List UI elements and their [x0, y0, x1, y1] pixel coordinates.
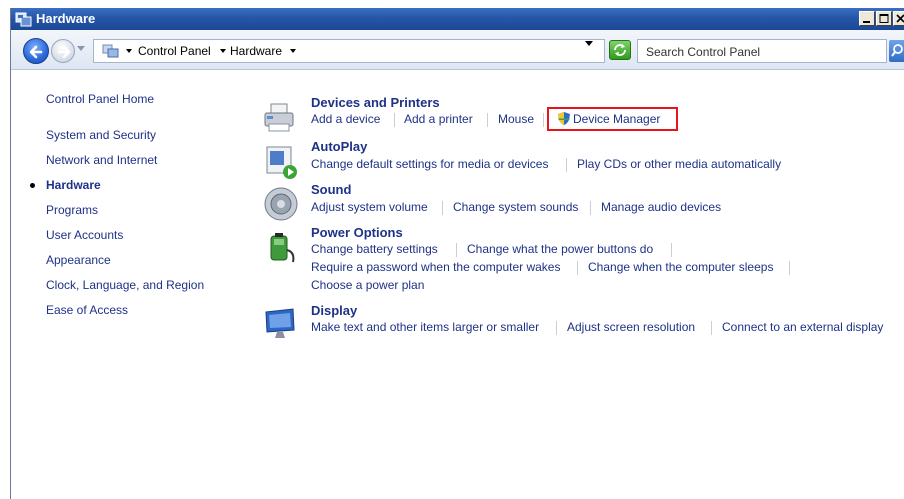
nav-system-and-security[interactable]: System and Security: [46, 128, 156, 142]
link-divider: [487, 113, 488, 127]
breadcrumb-hardware[interactable]: Hardware: [230, 44, 282, 58]
mouse-link[interactable]: Mouse: [498, 112, 534, 126]
link-divider: [442, 201, 443, 215]
nav-programs[interactable]: Programs: [46, 203, 98, 217]
chevron-down-icon[interactable]: [126, 49, 132, 53]
adjust-screen-resolution-link[interactable]: Adjust screen resolution: [567, 320, 695, 334]
link-divider: [556, 321, 557, 335]
manage-audio-devices-link[interactable]: Manage audio devices: [601, 200, 721, 214]
nav-appearance[interactable]: Appearance: [46, 253, 111, 267]
search-input[interactable]: Search Control Panel: [637, 39, 887, 63]
chevron-down-icon[interactable]: [220, 49, 226, 53]
require-password-on-wake-link[interactable]: Require a password when the computer wak…: [311, 260, 560, 274]
address-field[interactable]: Control Panel Hardware: [93, 39, 605, 63]
nav-control-panel-home[interactable]: Control Panel Home: [46, 92, 154, 106]
nav-user-accounts[interactable]: User Accounts: [46, 228, 123, 242]
maximize-icon: [879, 14, 889, 23]
connect-external-display-link[interactable]: Connect to an external display: [722, 320, 883, 334]
link-divider: [577, 261, 578, 275]
device-manager-link[interactable]: Device Manager: [573, 112, 660, 126]
choose-power-plan-link[interactable]: Choose a power plan: [311, 278, 424, 292]
link-divider: [789, 261, 790, 275]
link-divider: [566, 158, 567, 172]
address-history-dropdown[interactable]: [585, 41, 593, 46]
breadcrumb-control-panel[interactable]: Control Panel: [138, 44, 211, 58]
current-page-bullet: [30, 183, 35, 188]
link-divider: [394, 113, 395, 127]
forward-button[interactable]: [51, 39, 75, 63]
printer-icon[interactable]: [261, 100, 297, 136]
play-cds-automatically-link[interactable]: Play CDs or other media automatically: [577, 157, 781, 171]
nav-network-and-internet[interactable]: Network and Internet: [46, 153, 157, 167]
maximize-button[interactable]: [876, 11, 892, 26]
window-title: Hardware: [36, 11, 96, 26]
control-panel-icon: [15, 12, 32, 27]
minimize-button[interactable]: [859, 11, 875, 26]
left-navigation: Control Panel Home System and Security N…: [11, 70, 251, 490]
display-title[interactable]: Display: [311, 303, 357, 318]
change-power-buttons-link[interactable]: Change what the power buttons do: [467, 242, 653, 256]
search-button[interactable]: [889, 40, 904, 62]
sound-title[interactable]: Sound: [311, 182, 351, 197]
battery-icon[interactable]: [263, 230, 299, 266]
speaker-icon[interactable]: [263, 186, 299, 222]
change-default-media-settings-link[interactable]: Change default settings for media or dev…: [311, 157, 548, 171]
address-bar: Control Panel Hardware Search Control Pa…: [11, 30, 904, 70]
minimize-icon: [863, 21, 870, 23]
nav-ease-of-access[interactable]: Ease of Access: [46, 303, 128, 317]
back-button[interactable]: [23, 38, 49, 64]
close-icon: [896, 14, 904, 23]
adjust-system-volume-link[interactable]: Adjust system volume: [311, 200, 428, 214]
autoplay-title[interactable]: AutoPlay: [311, 139, 367, 154]
window: Hardware Control Panel Hardware Search C…: [10, 8, 904, 499]
uac-shield-icon: [558, 112, 570, 125]
chevron-down-icon[interactable]: [290, 49, 296, 53]
make-text-larger-link[interactable]: Make text and other items larger or smal…: [311, 320, 539, 334]
title-bar: Hardware: [11, 8, 904, 30]
power-options-title[interactable]: Power Options: [311, 225, 403, 240]
link-divider: [456, 243, 457, 257]
monitor-icon[interactable]: [263, 306, 299, 342]
refresh-button[interactable]: [609, 40, 631, 60]
link-divider: [543, 113, 544, 127]
change-battery-settings-link[interactable]: Change battery settings: [311, 242, 438, 256]
refresh-icon: [614, 44, 626, 56]
change-system-sounds-link[interactable]: Change system sounds: [453, 200, 578, 214]
control-panel-icon: [102, 44, 119, 58]
autoplay-icon[interactable]: [263, 144, 299, 180]
link-divider: [711, 321, 712, 335]
forward-arrow-icon: [57, 45, 71, 59]
nav-clock-language-region[interactable]: Clock, Language, and Region: [46, 278, 204, 292]
add-a-device-link[interactable]: Add a device: [311, 112, 380, 126]
link-divider: [671, 243, 672, 257]
change-sleep-time-link[interactable]: Change when the computer sleeps: [588, 260, 773, 274]
devices-and-printers-title[interactable]: Devices and Printers: [311, 95, 440, 110]
link-divider: [590, 201, 591, 215]
back-arrow-icon: [29, 45, 43, 59]
search-icon: [891, 44, 903, 57]
add-a-printer-link[interactable]: Add a printer: [404, 112, 473, 126]
nav-hardware-current: Hardware: [46, 178, 101, 192]
search-placeholder: Search Control Panel: [646, 45, 761, 59]
recent-pages-dropdown[interactable]: [77, 46, 85, 51]
close-button[interactable]: [893, 11, 904, 26]
